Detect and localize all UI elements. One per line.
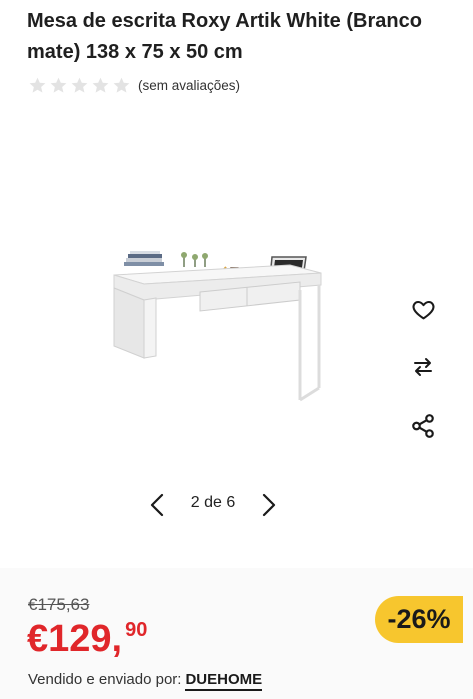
chevron-left-icon <box>150 493 164 517</box>
star-icon <box>29 77 46 93</box>
product-image <box>113 251 322 402</box>
favorite-button[interactable] <box>409 295 437 323</box>
star-icon <box>113 77 130 93</box>
product-title: Mesa de escrita Roxy Artik White (Branco… <box>27 10 422 63</box>
price-main: €129, <box>27 618 123 660</box>
price-cents: 90 <box>125 619 148 641</box>
heart-icon <box>412 300 434 319</box>
compare-arrows-icon <box>414 358 432 376</box>
seller-info: Vendido e enviado por: DUEHOME <box>28 671 263 691</box>
price-panel: €175,63 €129, 90 -26% Vendido e enviado … <box>0 568 473 699</box>
discount-badge: -26% <box>375 596 463 643</box>
gallery-pager: 2 de 6 <box>0 490 473 520</box>
star-icon <box>50 77 67 93</box>
compare-button[interactable] <box>409 353 437 381</box>
pager-label: 2 de 6 <box>190 494 236 511</box>
chevron-right-icon <box>262 493 276 517</box>
rating-stars <box>28 76 131 95</box>
seller-link[interactable]: DUEHOME <box>185 671 263 691</box>
seller-prefix: Vendido e enviado por: <box>28 671 182 688</box>
star-icon <box>71 77 88 93</box>
rating-text: (sem avaliações) <box>138 77 241 93</box>
share-icon <box>412 414 434 438</box>
previous-image-button[interactable] <box>146 490 168 520</box>
product-gallery[interactable]: 2 de 6 <box>0 120 473 560</box>
share-button[interactable] <box>409 412 437 440</box>
current-price: €129, 90 <box>27 616 147 662</box>
star-icon <box>92 77 109 93</box>
next-image-button[interactable] <box>258 490 280 520</box>
rating[interactable]: (sem avaliações) <box>28 75 240 95</box>
old-price: €175,63 <box>28 595 90 614</box>
